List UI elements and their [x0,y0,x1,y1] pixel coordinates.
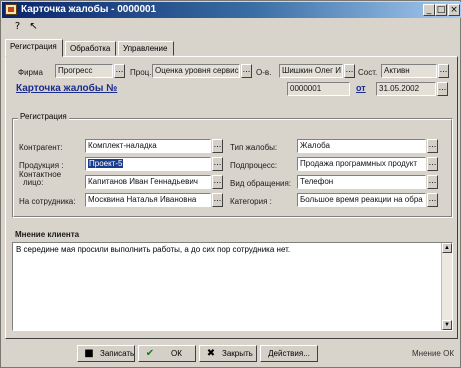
process-label: Проц. [130,68,152,77]
toolbar: ? ↖ [3,19,460,35]
help-icon[interactable]: ? [11,21,24,33]
employee-field[interactable]: Москвина Наталья Ивановна [85,193,211,207]
subprocess-label: Подпроцесс: [230,161,278,170]
process-field[interactable]: Оценка уровня сервис [152,64,240,78]
employee-select-button[interactable]: ... [212,193,223,207]
complaint-card-window: Карточка жалобы - 0000001 _ □ × ? ↖ Реги… [0,0,461,368]
product-label: Продукция : [19,161,64,170]
complaint-number-field[interactable]: 0000001 [287,82,350,96]
pointer-help-icon[interactable]: ↖ [27,21,40,33]
client-opinion-text: В середине мая просили выполнить работы,… [16,245,291,254]
cross-icon: ✖ [206,348,216,359]
scroll-up-arrow-icon[interactable]: ▲ [442,243,452,253]
actions-button[interactable]: Действия... [260,345,318,362]
employee-label: На сотрудника: [19,197,76,206]
subprocess-select-button[interactable]: ... [427,157,438,171]
complaint-type-select-button[interactable]: ... [427,139,438,153]
counterparty-select-button[interactable]: ... [212,139,223,153]
tab-processing[interactable]: Обработка [65,41,116,56]
vertical-scrollbar[interactable]: ▲ ▼ [441,243,452,330]
complaint-type-label: Тип жалобы: [230,143,278,152]
contact-field[interactable]: Капитанов Иван Геннадьевич [85,175,211,189]
ok-button-label: ОК [171,349,182,358]
minimize-button[interactable]: _ [423,4,435,16]
date-from-label: от [356,83,366,93]
registration-group-label: Регистрация [18,112,69,121]
close-form-button-label: Закрыть [222,349,253,358]
client-opinion-label: Мнение клиента [15,230,80,239]
state-select-button[interactable]: ... [438,64,449,78]
category-field[interactable]: Большое время реакции на обра [297,193,426,207]
counterparty-field[interactable]: Комплект-наладка [85,139,211,153]
close-form-button[interactable]: ✖ Закрыть [199,345,257,362]
contact-label: Контактное лицо: [19,171,61,187]
window-title: Карточка жалобы - 0000001 [21,4,157,15]
contact-label-line2: лицо: [23,178,44,187]
save-button[interactable]: ■ Записать [77,345,135,362]
process-select-button[interactable]: ... [241,64,252,78]
scroll-down-arrow-icon[interactable]: ▼ [442,320,452,330]
close-button[interactable]: × [448,4,460,16]
counterparty-label: Контрагент: [19,143,63,152]
title-bar[interactable]: Карточка жалобы - 0000001 _ □ × [2,2,461,18]
complaint-date-field[interactable]: 31.05.2002 [376,82,436,96]
maximize-button[interactable]: □ [435,4,447,16]
channel-field[interactable]: Телефон [297,175,426,189]
save-button-label: Записать [100,349,135,358]
actions-button-label: Действия... [268,349,310,358]
status-text: Мнение ОК [412,349,454,358]
responsible-label: О-в. [256,68,272,77]
registration-panel: Фирма Прогресс ... Проц. Оценка уровня с… [5,56,458,339]
tab-management[interactable]: Управление [118,41,174,56]
product-select-button[interactable]: ... [212,157,223,171]
firm-field[interactable]: Прогресс [55,64,113,78]
app-icon [5,4,17,15]
date-picker-button[interactable]: ... [437,82,448,96]
contact-select-button[interactable]: ... [212,175,223,189]
channel-select-button[interactable]: ... [427,175,438,189]
state-label: Сост. [358,68,378,77]
channel-label: Вид обращения: [230,179,292,188]
firm-select-button[interactable]: ... [114,64,125,78]
state-field[interactable]: Активн [381,64,437,78]
subprocess-field[interactable]: Продажа программных продукт [297,157,426,171]
floppy-disk-icon: ■ [84,348,94,359]
category-label: Категория : [230,197,272,206]
tab-registration[interactable]: Регистрация [5,39,63,57]
checkmark-icon: ✔ [145,348,155,359]
firm-label: Фирма [18,68,43,77]
client-opinion-textarea[interactable]: В середине мая просили выполнить работы,… [12,242,453,331]
complaint-type-field[interactable]: Жалоба [297,139,426,153]
responsible-field[interactable]: Шишкин Олег И [279,64,343,78]
product-field[interactable]: Проект-5 [85,157,211,171]
category-select-button[interactable]: ... [427,193,438,207]
product-selected-text: Проект-5 [88,159,124,168]
complaint-card-link[interactable]: Карточка жалобы № [16,83,117,94]
responsible-select-button[interactable]: ... [344,64,355,78]
ok-button[interactable]: ✔ ОК [138,345,196,362]
